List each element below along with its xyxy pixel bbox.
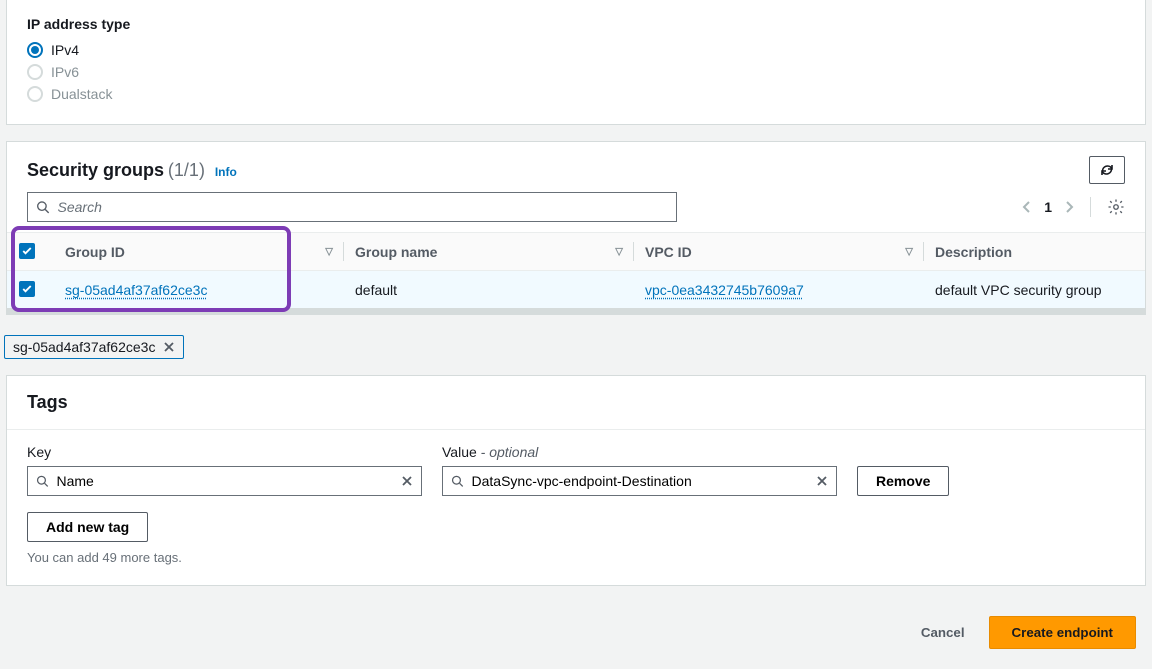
selected-chips: sg-05ad4af37af62ce3c	[0, 331, 1152, 359]
remove-chip-button[interactable]	[163, 341, 175, 353]
table-settings-button[interactable]	[1107, 198, 1125, 216]
tag-key-field: Key	[27, 444, 422, 496]
prev-page[interactable]	[1022, 200, 1032, 214]
radio-option-ipv4[interactable]: IPv4	[27, 42, 1125, 58]
description-cell: default VPC security group	[923, 271, 1145, 309]
group-id-link[interactable]: sg-05ad4af37af62ce3c	[65, 282, 207, 298]
horizontal-scrollbar[interactable]	[7, 308, 1145, 314]
security-groups-count: (1/1)	[168, 160, 205, 180]
security-groups-table: Group ID ▽ Group name ▽ VPC ID ▽ Descriptio…	[7, 232, 1145, 308]
gear-icon	[1107, 198, 1125, 216]
close-icon	[401, 475, 413, 487]
tag-value-field: Value - optional	[442, 444, 837, 496]
close-icon	[163, 341, 175, 353]
tag-key-input-wrap[interactable]	[27, 466, 422, 496]
sort-caret-icon[interactable]: ▽	[905, 246, 913, 257]
clear-value-button[interactable]	[816, 475, 828, 487]
close-icon	[816, 475, 828, 487]
refresh-icon	[1099, 162, 1115, 178]
cancel-button[interactable]: Cancel	[911, 616, 975, 649]
radio-label-ipv4: IPv4	[51, 42, 79, 58]
add-new-tag-button[interactable]: Add new tag	[27, 512, 148, 542]
tag-value-label: Value - optional	[442, 444, 837, 460]
table-row[interactable]: sg-05ad4af37af62ce3c default vpc-0ea3432…	[7, 271, 1145, 309]
col-description[interactable]: Description	[935, 244, 1012, 260]
footer-actions: Cancel Create endpoint	[0, 602, 1152, 669]
search-icon	[36, 200, 50, 214]
security-groups-title: Security groups	[27, 160, 164, 180]
chip-label: sg-05ad4af37af62ce3c	[13, 339, 155, 355]
search-icon	[451, 474, 464, 488]
info-link[interactable]: Info	[215, 165, 237, 179]
row-checkbox[interactable]	[19, 281, 35, 297]
security-groups-heading: Security groups (1/1) Info	[27, 160, 237, 181]
chevron-right-icon	[1064, 200, 1074, 214]
tag-value-label-text: Value	[442, 444, 477, 460]
security-groups-search-input[interactable]	[58, 199, 668, 215]
tag-value-input-wrap[interactable]	[442, 466, 837, 496]
chevron-left-icon	[1022, 200, 1032, 214]
sort-caret-icon[interactable]: ▽	[615, 246, 623, 257]
radio-label-dualstack: Dualstack	[51, 86, 112, 102]
col-group-id[interactable]: Group ID	[65, 244, 125, 260]
radio-ipv6	[27, 64, 43, 80]
radio-ipv4[interactable]	[27, 42, 43, 58]
group-name-cell: default	[343, 271, 633, 309]
pagination: 1	[1022, 197, 1125, 217]
sort-caret-icon[interactable]: ▽	[325, 246, 333, 257]
pager-divider	[1090, 197, 1091, 217]
ip-address-type-panel: IP address type IPv4 IPv6 Dualstack	[6, 0, 1146, 125]
optional-text: - optional	[477, 444, 538, 460]
table-header-row: Group ID ▽ Group name ▽ VPC ID ▽ Descriptio…	[7, 233, 1145, 271]
refresh-button[interactable]	[1089, 156, 1125, 184]
radio-label-ipv6: IPv6	[51, 64, 79, 80]
tag-key-label: Key	[27, 444, 422, 460]
tags-hint: You can add 49 more tags.	[27, 550, 1125, 565]
next-page[interactable]	[1064, 200, 1074, 214]
tags-title: Tags	[7, 376, 1145, 430]
tags-panel: Tags Key Value - optional	[6, 375, 1146, 586]
page-number: 1	[1044, 199, 1052, 215]
search-icon	[36, 474, 49, 488]
tag-value-input[interactable]	[472, 473, 809, 489]
create-endpoint-button[interactable]: Create endpoint	[989, 616, 1136, 649]
clear-key-button[interactable]	[401, 475, 413, 487]
selected-sg-chip: sg-05ad4af37af62ce3c	[4, 335, 184, 359]
security-groups-panel: Security groups (1/1) Info 1	[6, 141, 1146, 315]
security-groups-search[interactable]	[27, 192, 677, 222]
vpc-id-link[interactable]: vpc-0ea3432745b7609a7	[645, 282, 804, 298]
ip-address-type-title: IP address type	[27, 16, 1125, 32]
tag-key-input[interactable]	[57, 473, 394, 489]
col-group-name[interactable]: Group name	[355, 244, 437, 260]
radio-option-dualstack: Dualstack	[27, 86, 1125, 102]
select-all-checkbox[interactable]	[19, 243, 35, 259]
col-vpc-id[interactable]: VPC ID	[645, 244, 692, 260]
radio-dualstack	[27, 86, 43, 102]
radio-option-ipv6: IPv6	[27, 64, 1125, 80]
remove-tag-button[interactable]: Remove	[857, 466, 949, 496]
